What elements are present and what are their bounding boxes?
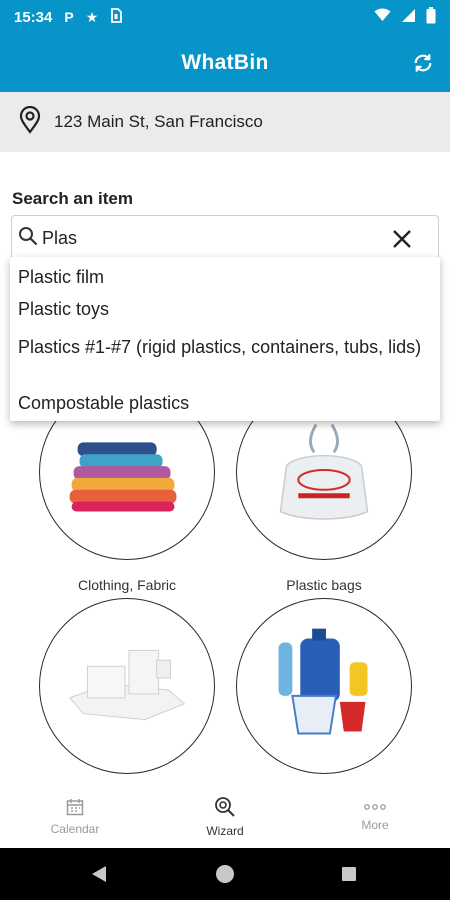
- nav-label: Calendar: [50, 822, 100, 836]
- status-time: 15:34: [14, 8, 53, 26]
- calendar-icon: [66, 799, 84, 816]
- suggestion-item[interactable]: Compostable plastics: [10, 391, 440, 421]
- refresh-icon: [414, 54, 432, 72]
- search-box[interactable]: [11, 215, 439, 261]
- parking-icon: P: [64, 9, 74, 25]
- recents-icon[interactable]: [342, 867, 356, 881]
- styrofoam-image: [68, 649, 186, 721]
- category-label: Plastic bags: [286, 577, 362, 593]
- plastic-containers-image: [278, 628, 368, 735]
- nav-label: Wizard: [206, 824, 244, 838]
- back-icon[interactable]: [92, 866, 106, 882]
- address-text: 123 Main St, San Francisco: [54, 112, 263, 131]
- category-styrofoam[interactable]: [39, 598, 215, 791]
- more-dots-icon: [364, 804, 386, 810]
- category-plastic-containers[interactable]: [236, 598, 412, 791]
- category-image: [236, 598, 412, 774]
- search-heading: Search an item: [12, 189, 133, 208]
- system-navigation-bar: [0, 848, 450, 900]
- star-icon: ★: [85, 8, 99, 25]
- sim-card-icon: [110, 7, 123, 27]
- nav-more[interactable]: More: [300, 786, 450, 848]
- clear-search-button[interactable]: [390, 227, 414, 251]
- suggestion-item[interactable]: Plastic film: [10, 257, 440, 297]
- nav-wizard[interactable]: Wizard: [150, 786, 300, 848]
- bottom-navigation: Calendar Wizard More: [0, 786, 450, 848]
- location-bar[interactable]: 123 Main St, San Francisco: [0, 92, 450, 152]
- app-bar: WhatBin: [0, 34, 450, 92]
- suggestion-item[interactable]: Plastic toys: [10, 297, 440, 333]
- search-input[interactable]: [42, 227, 372, 249]
- close-icon: [393, 230, 411, 248]
- battery-icon: [426, 6, 436, 28]
- signal-icon: [401, 8, 416, 27]
- wizard-search-icon: [215, 797, 235, 817]
- suggestion-item[interactable]: Plastics #1-#7 (rigid plastics, containe…: [10, 333, 440, 391]
- suggestion-dropdown: Plastic film Plastic toys Plastics #1-#7…: [10, 257, 440, 421]
- home-icon[interactable]: [216, 865, 234, 883]
- nav-label: More: [361, 818, 389, 832]
- refresh-button[interactable]: [408, 48, 438, 78]
- wifi-icon: [374, 8, 391, 26]
- search-icon: [18, 226, 38, 251]
- location-pin-icon: [18, 105, 42, 139]
- status-bar: 15:34 P ★: [0, 0, 450, 34]
- category-label: Clothing, Fabric: [77, 577, 177, 593]
- category-image: [39, 598, 215, 774]
- app-title: WhatBin: [181, 51, 269, 74]
- nav-calendar[interactable]: Calendar: [0, 786, 150, 848]
